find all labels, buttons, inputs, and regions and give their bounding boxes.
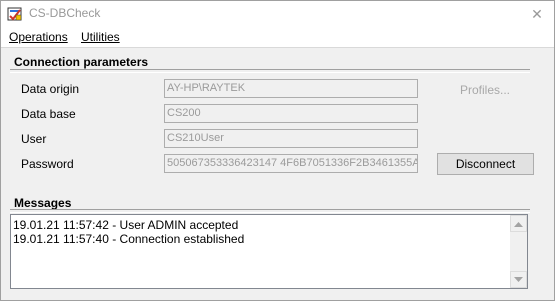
messages-group-line bbox=[10, 209, 530, 213]
database-label: Data base bbox=[21, 107, 76, 121]
menu-bar: Operations Utilities bbox=[1, 27, 554, 47]
menu-utilities[interactable]: Utilities bbox=[81, 30, 120, 44]
connection-group-line bbox=[10, 69, 530, 73]
chevron-down-icon bbox=[514, 276, 523, 282]
scroll-track[interactable] bbox=[510, 232, 527, 271]
window-title: CS-DBCheck bbox=[29, 6, 101, 20]
message-line: 19.01.21 11:57:42 - User ADMIN accepted bbox=[13, 218, 239, 232]
data-origin-label: Data origin bbox=[21, 82, 80, 96]
disconnect-button[interactable]: Disconnect bbox=[437, 153, 534, 175]
scroll-down-button[interactable] bbox=[510, 271, 527, 288]
scroll-up-button[interactable] bbox=[510, 215, 527, 232]
messages-group-title: Messages bbox=[14, 196, 72, 210]
close-button[interactable]: ✕ bbox=[520, 1, 554, 27]
menu-operations[interactable]: Operations bbox=[9, 30, 68, 44]
user-label: User bbox=[21, 132, 47, 146]
message-line: 19.01.21 11:57:40 - Connection establish… bbox=[13, 232, 245, 246]
database-field: CS200 bbox=[164, 104, 418, 123]
title-bar[interactable]: CS-DBCheck ✕ bbox=[1, 1, 554, 27]
app-window: CS-DBCheck ✕ Operations Utilities Connec… bbox=[0, 0, 555, 301]
user-field: CS210User bbox=[164, 129, 418, 148]
vertical-scrollbar[interactable] bbox=[510, 215, 527, 288]
password-field: 505067353336423147 4F6B7051336F2B3461355… bbox=[164, 154, 418, 173]
messages-list[interactable]: 19.01.21 11:57:42 - User ADMIN accepted … bbox=[10, 214, 528, 289]
data-origin-field: AY-HP\RAYTEK bbox=[164, 79, 418, 98]
connection-group-title: Connection parameters bbox=[14, 55, 149, 69]
menu-divider bbox=[1, 47, 554, 48]
app-icon bbox=[7, 7, 22, 21]
close-icon: ✕ bbox=[531, 6, 543, 22]
profiles-button[interactable]: Profiles... bbox=[437, 80, 533, 100]
password-label: Password bbox=[21, 157, 74, 171]
chevron-up-icon bbox=[514, 221, 523, 227]
